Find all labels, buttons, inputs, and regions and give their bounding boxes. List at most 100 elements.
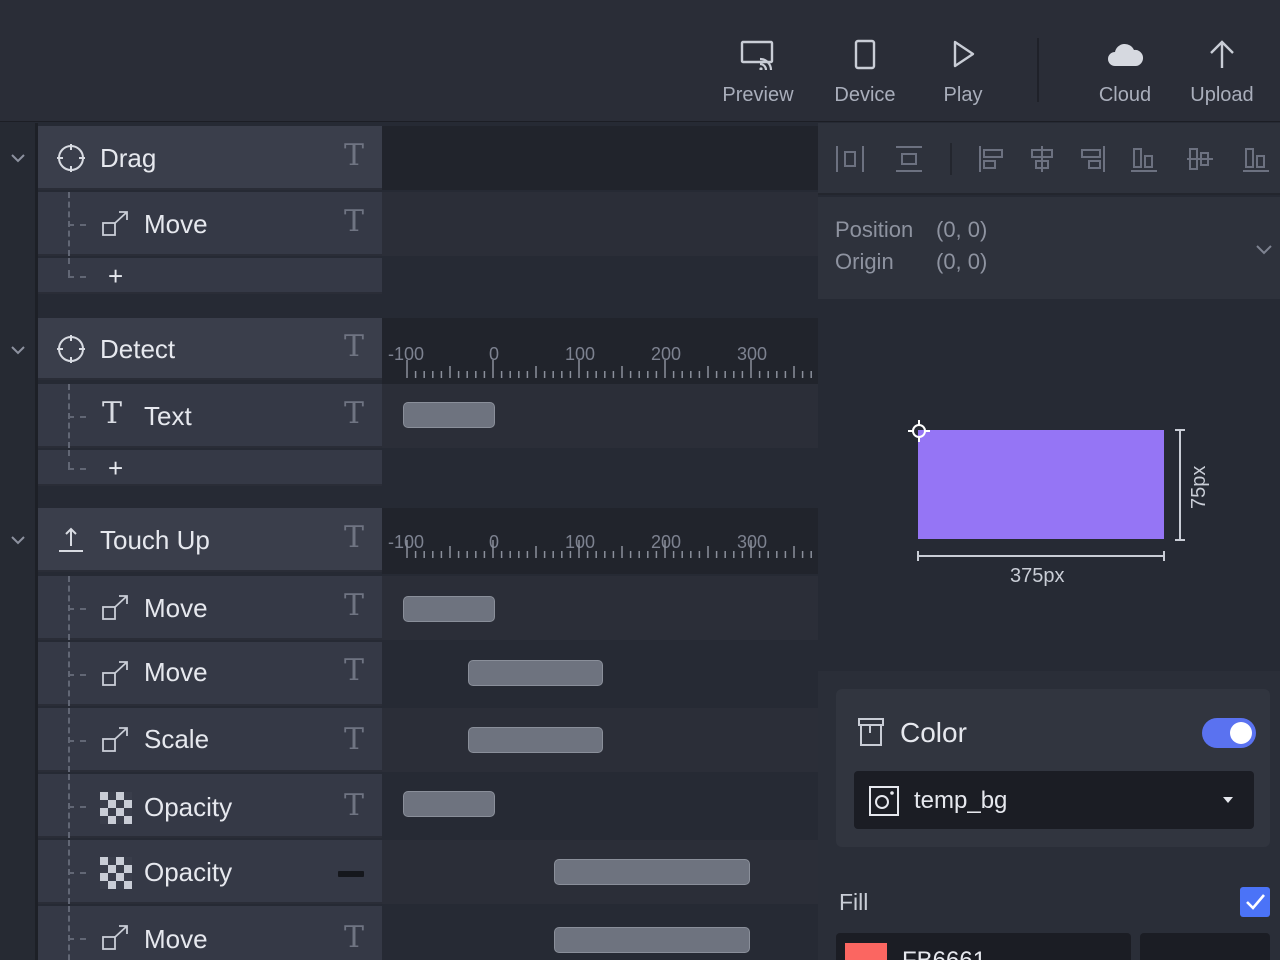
device-icon (854, 39, 876, 70)
align-bottom-icon[interactable] (1240, 143, 1272, 175)
action-label: Opacity (144, 792, 233, 822)
text-type-icon[interactable]: T (344, 396, 364, 431)
action-row-opacity[interactable]: Opacity T (38, 774, 382, 838)
number-type-icon[interactable] (338, 871, 364, 877)
lane-touchup-scale (382, 708, 818, 772)
fill-hex-value[interactable]: FB6661 (902, 947, 986, 960)
add-action-plus[interactable]: + (108, 263, 123, 289)
color-asset-select[interactable]: temp_bg (854, 771, 1254, 829)
lane-touchup-move-2 (382, 642, 818, 706)
collapse-touchup-chevron-icon[interactable] (8, 530, 28, 550)
action-label: Text (144, 401, 192, 431)
tree-connector (68, 224, 86, 226)
align-middle-vertical-icon[interactable] (1184, 143, 1216, 175)
move-icon (102, 211, 128, 236)
ruler-ticks (406, 360, 812, 378)
timeline-bar[interactable] (554, 927, 750, 953)
expand-chevron-icon[interactable] (1252, 237, 1276, 261)
text-type-icon[interactable]: T (344, 788, 364, 823)
position-value[interactable]: (0, 0) (936, 217, 987, 243)
action-row-scale[interactable]: Scale T (38, 708, 382, 772)
toolbar-divider (1037, 38, 1039, 102)
add-action-plus[interactable]: + (108, 455, 123, 481)
collapse-drag-chevron-icon[interactable] (8, 148, 28, 168)
lane-drag-add (382, 258, 818, 294)
opacity-checker-icon (100, 792, 132, 824)
collapse-detect-chevron-icon[interactable] (8, 340, 28, 360)
top-toolbar: Preview Device Play Cloud Upload (0, 0, 1280, 122)
cast-screen-icon (740, 40, 774, 70)
tree-connector (68, 740, 86, 742)
group-row-drag[interactable]: Drag T (38, 126, 382, 190)
text-type-icon[interactable]: T (344, 520, 364, 555)
text-type-icon[interactable]: T (344, 138, 364, 173)
group-row-touch-up[interactable]: Touch Up T (38, 508, 382, 572)
distribute-horizontal-icon[interactable] (834, 143, 866, 175)
play-icon (953, 40, 975, 68)
play-button[interactable]: Play (913, 38, 1013, 110)
text-type-icon[interactable]: T (344, 722, 364, 757)
selected-asset-value: temp_bg (914, 787, 1008, 814)
add-action-row-drag[interactable]: + (38, 258, 382, 294)
tree-connector (68, 872, 86, 874)
timeline-ruler[interactable]: -100 0 100 200 300 (382, 318, 818, 390)
origin-value[interactable]: (0, 0) (936, 249, 987, 275)
timeline-bar[interactable] (403, 596, 495, 622)
action-label: Move (144, 593, 208, 623)
action-label: Move (144, 657, 208, 687)
distribute-vertical-icon[interactable] (893, 143, 925, 175)
text-type-icon[interactable]: T (344, 329, 364, 364)
width-label: 375px (1010, 565, 1065, 587)
tree-connector (68, 608, 86, 610)
action-label: Opacity (144, 857, 233, 887)
text-type-icon[interactable]: T (344, 588, 364, 623)
move-icon (102, 925, 128, 950)
selected-layer-rectangle[interactable] (918, 430, 1164, 539)
action-row-move[interactable]: Move T (38, 576, 382, 640)
align-center-horizontal-icon[interactable] (1026, 143, 1058, 175)
fill-opacity-field[interactable] (1140, 933, 1270, 960)
text-type-icon[interactable]: T (344, 653, 364, 688)
timeline-bar[interactable] (554, 859, 750, 885)
tree-connector (68, 674, 86, 676)
cloud-button[interactable]: Cloud (1075, 38, 1175, 110)
align-top-icon[interactable] (1128, 143, 1160, 175)
crosshair-icon (57, 144, 85, 172)
height-label: 75px (1188, 465, 1210, 509)
play-label: Play (943, 84, 983, 106)
action-label: Move (144, 924, 208, 954)
timeline-bar[interactable] (403, 791, 495, 817)
timeline-bar[interactable] (468, 660, 603, 686)
action-row-opacity[interactable]: Opacity (38, 840, 382, 904)
ruler-ticks (406, 540, 812, 558)
tree-connector (68, 906, 70, 960)
tree-connector (68, 276, 86, 278)
alignment-toolbar (818, 123, 1280, 195)
timeline-ruler[interactable]: -100 0 100 200 300 (382, 508, 818, 574)
color-toggle[interactable] (1202, 718, 1256, 748)
fill-checkbox[interactable] (1240, 887, 1270, 917)
action-row-move[interactable]: Move T (38, 192, 382, 256)
align-left-icon[interactable] (976, 143, 1008, 175)
device-button[interactable]: Device (815, 38, 915, 110)
align-right-icon[interactable] (1076, 143, 1108, 175)
lane-detect-text (382, 384, 818, 448)
lane-touchup-opacity-1 (382, 774, 818, 838)
group-row-detect[interactable]: Detect T (38, 318, 382, 380)
action-row-move[interactable]: Move T (38, 642, 382, 706)
fill-color-swatch[interactable] (845, 943, 887, 960)
timeline-bar[interactable] (468, 727, 603, 753)
upload-button[interactable]: Upload (1172, 38, 1272, 110)
cloud-icon (1108, 43, 1144, 66)
text-type-icon[interactable]: T (344, 204, 364, 239)
fill-color-field[interactable]: FB6661 (836, 933, 1131, 960)
preview-button[interactable]: Preview (708, 38, 808, 110)
text-type-icon[interactable]: T (344, 920, 364, 955)
add-action-row-detect[interactable]: + (38, 450, 382, 486)
properties-panel: Color temp_bg Fill (818, 671, 1280, 960)
timeline-bar[interactable] (403, 402, 495, 428)
action-row-text[interactable]: T Text T (38, 384, 382, 448)
tree-connector (68, 258, 70, 276)
action-row-move[interactable]: Move T (38, 906, 382, 960)
anchor-point-icon[interactable] (906, 418, 932, 444)
